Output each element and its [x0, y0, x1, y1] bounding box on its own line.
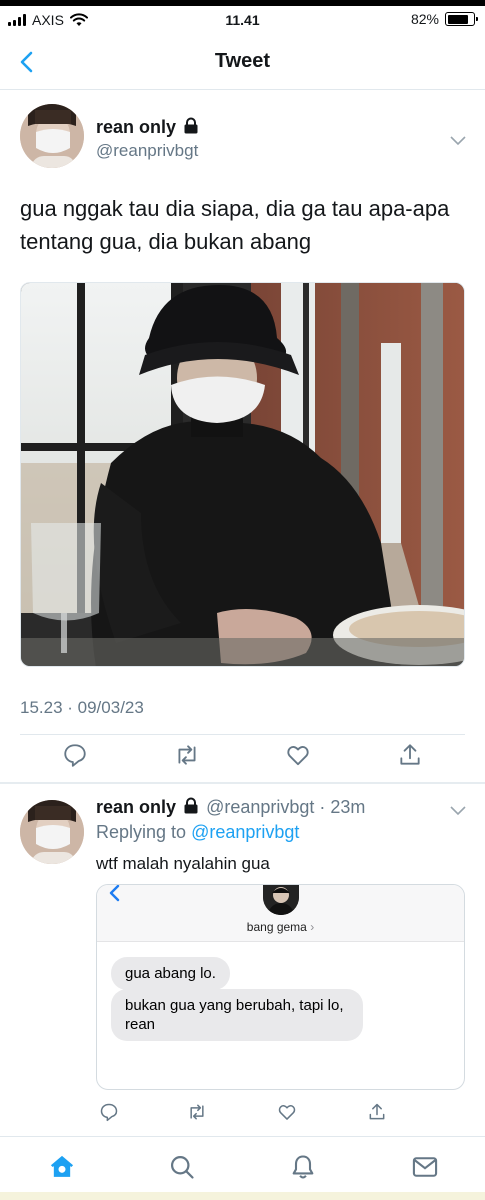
- tweet-text: gua nggak tau dia siapa, dia ga tau apa-…: [20, 196, 450, 254]
- share-icon[interactable]: [367, 1102, 387, 1122]
- status-bar-top-band: [0, 0, 485, 6]
- battery-info: 82%: [410, 11, 478, 27]
- contact-avatar: [263, 885, 299, 915]
- reply-author-name: rean only: [96, 797, 177, 817]
- battery-fill: [447, 14, 468, 24]
- meta-divider: [20, 734, 465, 735]
- chat-header: bang gema ›: [97, 885, 464, 942]
- tab-bar: [0, 1136, 485, 1200]
- notifications-icon[interactable]: [289, 1153, 317, 1181]
- reply-age: · 23m: [319, 797, 366, 817]
- retweet-icon[interactable]: [187, 1102, 207, 1122]
- reply-attached-image[interactable]: bang gema › gua abang lo. bukan gua yang…: [96, 884, 465, 1090]
- home-icon[interactable]: [48, 1153, 76, 1181]
- tweet-photo[interactable]: [20, 282, 465, 667]
- reply-author-handle: @reanprivbgt: [206, 797, 315, 817]
- replying-prefix: Replying to: [96, 822, 187, 842]
- battery-percent: 82%: [410, 11, 439, 27]
- contact-name: bang gema: [246, 920, 307, 934]
- tweet-author-name[interactable]: rean only: [96, 117, 199, 138]
- like-icon[interactable]: [277, 1102, 297, 1122]
- chevron-left-icon: [107, 885, 121, 903]
- avatar[interactable]: [20, 104, 84, 168]
- contact-name-row: bang gema ›: [97, 920, 464, 934]
- home-indicator-strip: [0, 1192, 485, 1200]
- reply-icon[interactable]: [62, 742, 88, 768]
- reply-icon[interactable]: [99, 1102, 119, 1122]
- thread-divider: [0, 782, 485, 784]
- chevron-down-icon[interactable]: [450, 803, 466, 816]
- replying-to: Replying to @reanprivbgt: [96, 822, 299, 843]
- share-icon[interactable]: [397, 742, 423, 768]
- retweet-icon[interactable]: [174, 742, 200, 768]
- message-bubble: bukan gua yang berubah, tapi lo, rean: [111, 989, 363, 1041]
- reply-header[interactable]: rean only @reanprivbgt · 23m: [96, 797, 365, 818]
- lock-icon: [184, 117, 198, 134]
- tweet-timestamp: 15.23 · 09/03/23: [20, 698, 144, 717]
- reply-avatar[interactable]: [20, 800, 84, 864]
- lock-icon: [184, 797, 198, 814]
- battery-icon: [445, 12, 478, 26]
- status-bar: AXIS 11.41 82%: [0, 0, 485, 38]
- nav-bar: Tweet: [0, 38, 485, 90]
- tweet-author-handle[interactable]: @reanprivbgt: [96, 141, 198, 161]
- search-icon[interactable]: [168, 1153, 196, 1181]
- reply-text: wtf malah nyalahin gua: [96, 854, 270, 873]
- chevron-down-icon[interactable]: [450, 133, 466, 146]
- chevron-right-icon: ›: [310, 920, 315, 934]
- like-icon[interactable]: [285, 742, 311, 768]
- message-bubble: gua abang lo.: [111, 957, 230, 990]
- page-title: Tweet: [214, 50, 271, 72]
- messages-icon[interactable]: [411, 1153, 439, 1181]
- replying-to-link[interactable]: @reanprivbgt: [191, 822, 299, 842]
